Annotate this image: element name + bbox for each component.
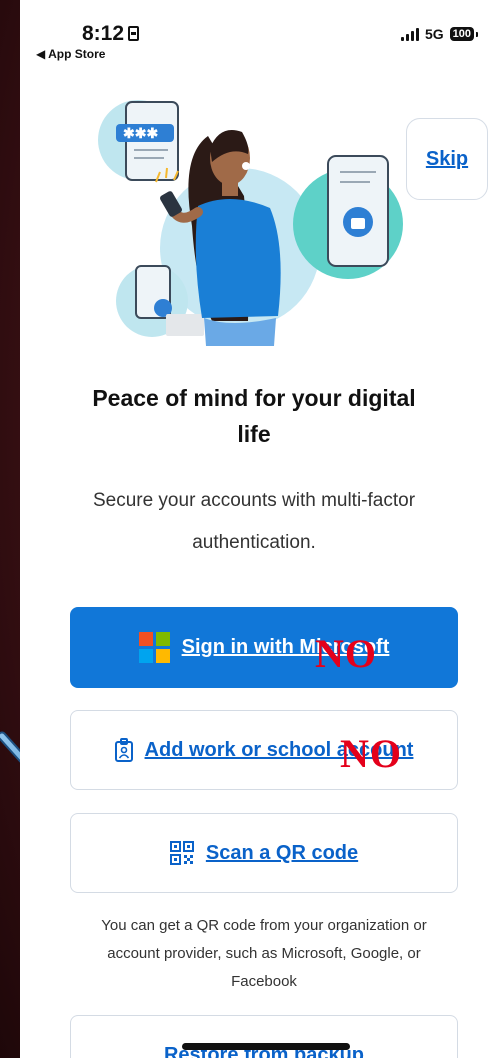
- signal-strength-icon: [400, 27, 419, 41]
- microsoft-logo-icon: [138, 632, 170, 663]
- skip-button[interactable]: Skip: [406, 118, 488, 200]
- no-annotation-1: NO: [315, 631, 377, 676]
- svg-text:✱✱✱: ✱✱✱: [123, 125, 158, 141]
- status-indicators: 5G 100: [400, 26, 479, 42]
- id-badge-icon: [114, 738, 133, 762]
- skip-link[interactable]: Skip: [426, 148, 468, 171]
- scan-qr-label: Scan a QR code: [205, 841, 359, 864]
- status-time: 8:12: [82, 22, 140, 46]
- hero-illustration: ✱✱✱: [98, 100, 403, 346]
- qr-code-icon: [169, 841, 194, 865]
- page-subtitle: Secure your accounts with multi-factor a…: [92, 490, 416, 553]
- qr-info-text: You can get a QR code from your organiza…: [101, 917, 427, 990]
- home-indicator[interactable]: [182, 1043, 350, 1050]
- battery-icon: 100: [449, 27, 479, 41]
- back-to-app-store[interactable]: ◀ App Store: [36, 47, 105, 61]
- scan-qr-code-button[interactable]: Scan a QR code: [70, 813, 458, 893]
- phone-screen: 8:12 ◀ App Store 5G 100 Skip ✱✱✱ Peace o…: [20, 0, 488, 1058]
- network-type: 5G: [424, 26, 444, 42]
- sign-in-with-microsoft-button[interactable]: Sign in with Microsoft: [70, 607, 458, 688]
- page-title: Peace of mind for your digital life: [92, 385, 416, 447]
- sim-card-icon: [128, 26, 140, 41]
- no-annotation-2: NO: [340, 731, 402, 776]
- restore-from-backup-button[interactable]: Restore from backup: [70, 1015, 458, 1058]
